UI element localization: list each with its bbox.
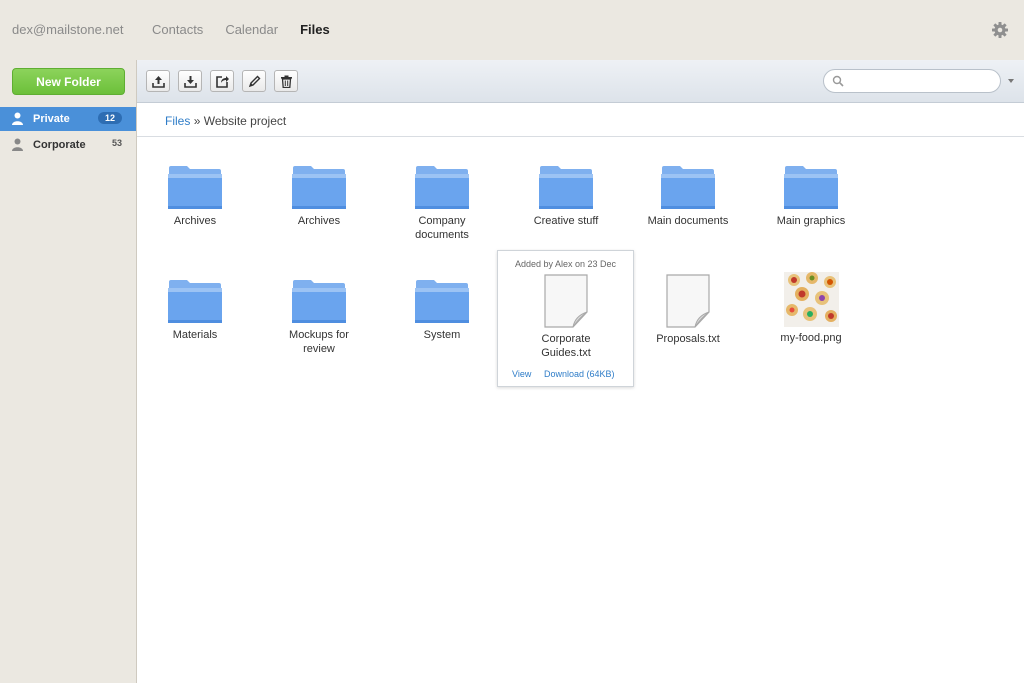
account-email[interactable]: dex@mailstone.net [12,22,123,37]
folder-icon [784,166,838,209]
item-label: Archives [173,215,217,227]
folder-item[interactable]: Company documents [387,164,497,242]
chevron-down-icon[interactable] [1008,79,1014,83]
trash-icon [281,75,292,88]
upload-icon [152,76,165,88]
edit-button[interactable] [242,70,266,92]
file-item-selected[interactable]: Corporate Guides.txt [511,274,621,360]
item-label: System [423,329,461,341]
folder-item[interactable]: Materials [140,278,250,342]
document-icon [544,274,588,328]
delete-button[interactable] [274,70,298,92]
sidebar-item-label: Corporate [33,139,86,151]
folder-item[interactable]: Archives [140,164,250,228]
search-icon [832,75,844,87]
nav-files[interactable]: Files [300,22,330,37]
top-bar: dex@mailstone.net Contacts Calendar File… [0,0,1024,60]
breadcrumb-current: Website project [203,114,287,128]
folder-icon [168,166,222,209]
folder-icon [415,166,469,209]
folder-item[interactable]: System [387,278,497,342]
folder-icon [292,166,346,209]
search-input[interactable] [823,69,1001,93]
item-label: Archives [297,215,341,227]
count-badge: 12 [97,112,122,124]
download-button[interactable] [178,70,202,92]
item-label: Main documents [647,215,729,227]
divider [137,136,1024,137]
upload-button[interactable] [146,70,170,92]
nav-contacts[interactable]: Contacts [152,22,203,37]
breadcrumb-separator: » [193,114,201,128]
sidebar: New Folder Private 12 Corporate 53 [0,60,137,683]
share-icon [216,76,229,88]
gear-icon[interactable] [990,20,1010,40]
sidebar-item-label: Private [33,113,70,125]
folder-icon [415,280,469,323]
user-icon [12,138,23,151]
share-button[interactable] [210,70,234,92]
file-browser: Files » Website project Added by Alex on… [137,60,1024,683]
item-label: my-food.png [780,332,842,344]
item-label: Creative stuff [533,215,599,227]
download-icon [184,76,197,88]
folder-icon [539,166,593,209]
folder-item[interactable]: Main documents [633,164,743,228]
item-label: Proposals.txt [656,333,720,345]
main-nav: Contacts Calendar Files [152,22,352,37]
sidebar-item-private[interactable]: Private 12 [0,107,136,131]
folder-item[interactable]: Creative stuff [511,164,621,228]
folder-icon [661,166,715,209]
item-label: Mockups for review [289,329,349,355]
folder-icon [168,280,222,323]
image-item[interactable]: my-food.png [756,272,866,345]
document-icon [666,274,710,328]
sidebar-item-corporate[interactable]: Corporate 53 [0,133,136,157]
toolbar [137,60,1024,103]
folder-item[interactable]: Archives [264,164,374,228]
folder-item[interactable]: Main graphics [756,164,866,228]
edit-icon [248,75,261,88]
view-link[interactable]: View [512,369,531,379]
breadcrumb-files[interactable]: Files [165,114,190,128]
food-photo-thumbnail [783,272,839,327]
item-label: Materials [172,329,218,341]
item-label: Corporate Guides.txt [541,333,591,359]
folder-item[interactable]: Mockups for review [264,278,374,356]
folder-icon [292,280,346,323]
new-folder-button[interactable]: New Folder [12,68,125,95]
user-icon [12,112,23,125]
added-info: Added by Alex on 23 Dec [514,259,617,269]
nav-calendar[interactable]: Calendar [225,22,278,37]
item-label: Company documents [415,215,469,241]
file-item[interactable]: Proposals.txt [633,274,743,346]
count-badge: 53 [111,138,122,148]
item-label: Main graphics [776,215,846,227]
download-link[interactable]: Download (64KB) [544,369,615,379]
breadcrumb: Files » Website project [165,114,286,128]
